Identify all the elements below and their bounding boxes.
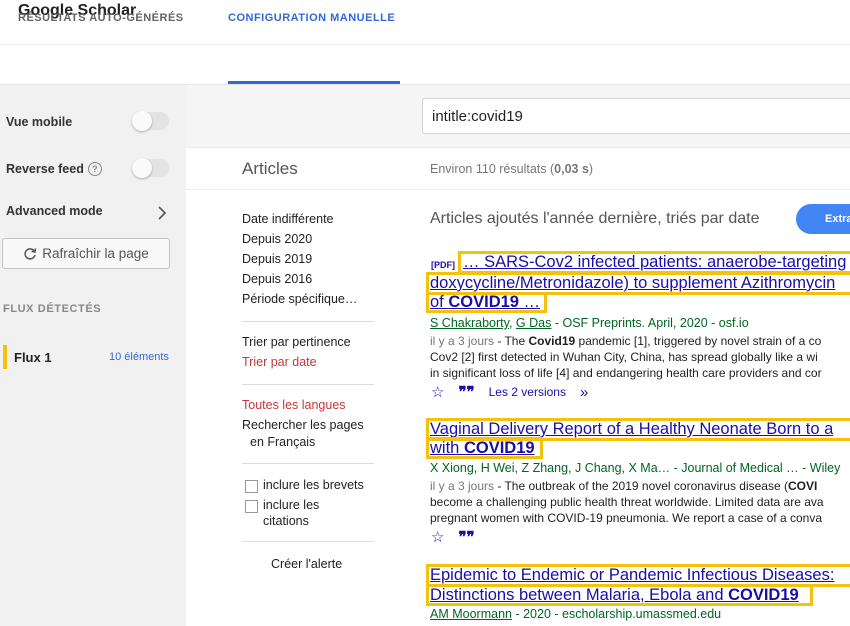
help-icon[interactable]: ? [87, 162, 102, 176]
filter-french-pages-cont[interactable]: en Français [250, 435, 315, 449]
result-authors: X Xiong, H Wei, Z Zhang, J Chang, X Ma… … [430, 461, 841, 475]
result-snippet: Cov2 [2] first detected in Wuhan City, C… [430, 350, 818, 364]
result-snippet: in significant loss of life [4] and enda… [430, 366, 822, 380]
filter-divider [242, 321, 374, 322]
header-divider [186, 189, 850, 190]
star-icon[interactable]: ☆ [431, 528, 444, 546]
more-icon[interactable]: » [580, 384, 588, 401]
filter-since-2019[interactable]: Depuis 2019 [242, 252, 312, 266]
sort-by-date[interactable]: Trier par date [242, 355, 317, 369]
cite-icon[interactable]: ❞❞ [458, 383, 474, 401]
star-icon[interactable]: ☆ [431, 383, 444, 401]
results-count: Environ 110 résultats (0,03 s) [430, 162, 594, 176]
filter-custom-range[interactable]: Période spécifique… [242, 292, 357, 306]
filter-divider [242, 463, 374, 464]
search-input[interactable]: intitle:covid19 [422, 98, 850, 134]
result-title-line[interactable]: doxycycline/Metronidazole) to supplement… [430, 274, 835, 293]
author-link[interactable]: G Das [516, 316, 551, 330]
result-snippet: become a challenging public health threa… [430, 495, 824, 509]
author-link[interactable]: AM Moormann [430, 607, 512, 621]
feed-name[interactable]: Flux 1 [14, 350, 52, 365]
result-actions: ☆ ❞❞ Les 2 versions » [431, 383, 588, 402]
pdf-tag[interactable]: [PDF] [431, 260, 455, 270]
filter-french-pages[interactable]: Rechercher les pages [242, 418, 364, 432]
detected-feeds-heading: FLUX DÉTECTÉS [3, 303, 102, 315]
articles-heading: Articles [242, 159, 298, 178]
feed-active-marker [3, 345, 7, 369]
include-citations-checkbox[interactable] [245, 500, 258, 513]
result-title-line[interactable]: … SARS-Cov2 infected patients: anaerobe-… [463, 253, 846, 272]
feed-count: 10 éléments [109, 351, 169, 363]
result-snippet: pregnant women with COVID-19 pneumonia. … [430, 511, 822, 525]
filter-since-2016[interactable]: Depuis 2016 [242, 272, 312, 286]
tab-bar [0, 44, 850, 85]
refresh-label: Rafraîchir la page [42, 246, 149, 261]
tab-manual-config[interactable]: CONFIGURATION MANUELLE [228, 12, 395, 24]
result-actions: ☆ ❞❞ [431, 528, 475, 546]
filter-divider [242, 384, 374, 385]
mobile-view-toggle[interactable] [132, 111, 169, 131]
sort-by-relevance[interactable]: Trier par pertinence [242, 335, 351, 349]
sort-heading: Articles ajoutés l'année dernière, triés… [430, 210, 760, 227]
result-title-line[interactable]: of COVID19 … [430, 293, 540, 312]
tab-auto-generated[interactable]: RÉSULTATS AUTO-GÉNÉRÉS [18, 12, 184, 24]
include-citations-label-cont: citations [263, 514, 309, 528]
result-snippet: il y a 3 jours - The Covid19 pandemic [1… [430, 334, 822, 348]
result-title-line[interactable]: Epidemic to Endemic or Pandemic Infectio… [430, 566, 834, 585]
advanced-mode-label: Advanced mode [6, 204, 103, 218]
cite-icon[interactable]: ❞❞ [458, 528, 474, 546]
versions-link[interactable]: Les 2 versions [489, 385, 566, 399]
extra-button[interactable]: Extra [796, 204, 850, 234]
include-citations-label: inclure les [263, 498, 320, 512]
filter-any-time[interactable]: Date indifférente [242, 212, 334, 226]
create-alert-button[interactable]: Créer l'alerte [271, 557, 342, 571]
filter-all-languages[interactable]: Toutes les langues [242, 398, 346, 412]
reverse-feed-toggle[interactable] [132, 158, 169, 178]
filter-since-2020[interactable]: Depuis 2020 [242, 232, 312, 246]
result-snippet: il y a 3 jours - The outbreak of the 201… [430, 479, 818, 493]
result-title-line[interactable]: with COVID19 [430, 439, 535, 458]
reverse-feed-label: Reverse feed? [6, 162, 102, 176]
active-tab-indicator [228, 81, 400, 84]
filter-divider [242, 541, 374, 542]
include-patents-checkbox[interactable] [245, 480, 258, 493]
refresh-page-button[interactable]: Rafraîchir la page [2, 238, 170, 269]
toggle-knob [132, 111, 152, 131]
result-title-line[interactable]: Distinctions between Malaria, Ebola and … [430, 586, 799, 605]
refresh-icon [24, 247, 37, 260]
result-authors: S Chakraborty, G Das - OSF Preprints. Ap… [430, 316, 749, 330]
include-patents-label: inclure les brevets [263, 478, 364, 492]
mobile-view-label: Vue mobile [6, 115, 73, 129]
chevron-right-icon[interactable] [157, 205, 167, 221]
result-authors: AM Moormann - 2020 - escholarship.umassm… [430, 607, 722, 621]
toggle-knob [132, 158, 152, 178]
author-link[interactable]: S Chakraborty [430, 316, 509, 330]
